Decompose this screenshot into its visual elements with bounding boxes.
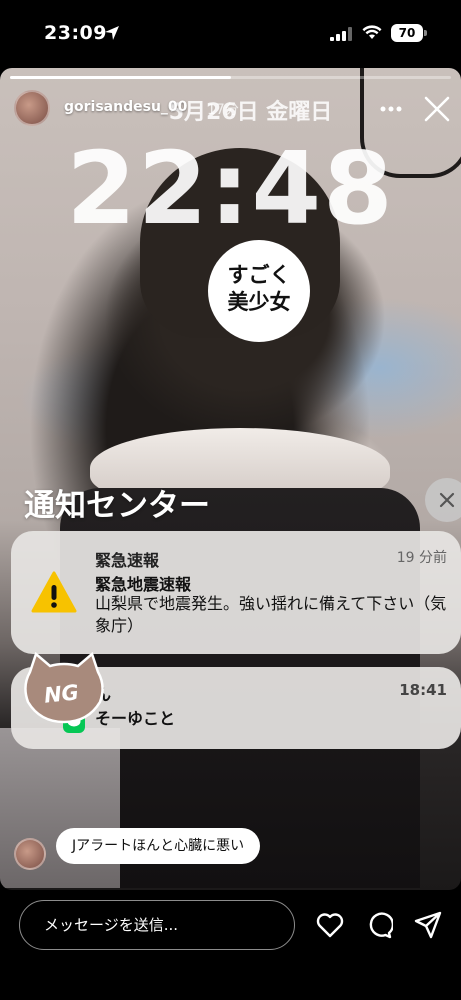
- face-sticker-line2: 美少女: [227, 290, 291, 314]
- battery-indicator: 70: [391, 24, 423, 42]
- lockscreen-time: 22:48: [66, 130, 395, 247]
- bottom-bar: [0, 890, 461, 1000]
- heart-icon[interactable]: [316, 912, 344, 938]
- face-cover-sticker[interactable]: すごく 美少女: [208, 240, 310, 342]
- story-comment: Jアラートほんと心臓に悪い: [56, 828, 261, 864]
- comment-author-avatar: [14, 838, 46, 870]
- story-viewer[interactable]: 5月26日 金曜日 22:48 gorisandesu_00 17分 すごく 美…: [0, 68, 461, 890]
- clear-notifications-button[interactable]: [425, 478, 461, 522]
- location-arrow-icon: [105, 26, 119, 40]
- ng-sticker-text: NG: [42, 680, 80, 708]
- close-icon: [439, 492, 455, 508]
- notification-center-title: 通知センター: [24, 488, 210, 524]
- notification-app-name: 緊急速報: [95, 551, 160, 570]
- close-icon[interactable]: [424, 96, 450, 122]
- warning-icon: [31, 571, 77, 613]
- cellular-signal-icon: [330, 27, 352, 41]
- story-elapsed-time: 17分: [207, 102, 239, 118]
- story-progress-fill: [10, 76, 231, 79]
- notification-body: そーゆこと: [95, 709, 176, 728]
- notification-body: 山梨県で地震発生。強い揺れに備えて下さい（気象庁）: [95, 594, 447, 635]
- status-bar: 23:09 70: [0, 0, 461, 68]
- wifi-icon: [362, 25, 382, 39]
- notification-time: 19 分前: [396, 550, 447, 566]
- story-progress-track: [10, 76, 451, 79]
- send-icon[interactable]: [414, 911, 442, 939]
- notification-card-emergency[interactable]: 緊急速報 19 分前 緊急地震速報 山梨県で地震発生。強い揺れに備えて下さい（気…: [11, 531, 461, 654]
- notification-title: 緊急地震速報: [95, 575, 192, 594]
- status-time: 23:09: [44, 22, 107, 44]
- story-author-username[interactable]: gorisandesu_00: [64, 99, 187, 115]
- face-sticker-line1: すごく: [227, 263, 291, 287]
- notification-time: 18:41: [399, 681, 447, 699]
- comment-icon[interactable]: [365, 911, 393, 939]
- more-options-icon[interactable]: [380, 106, 402, 112]
- story-author-avatar[interactable]: [14, 90, 50, 126]
- battery-tip: [424, 30, 427, 36]
- message-input[interactable]: [19, 900, 295, 950]
